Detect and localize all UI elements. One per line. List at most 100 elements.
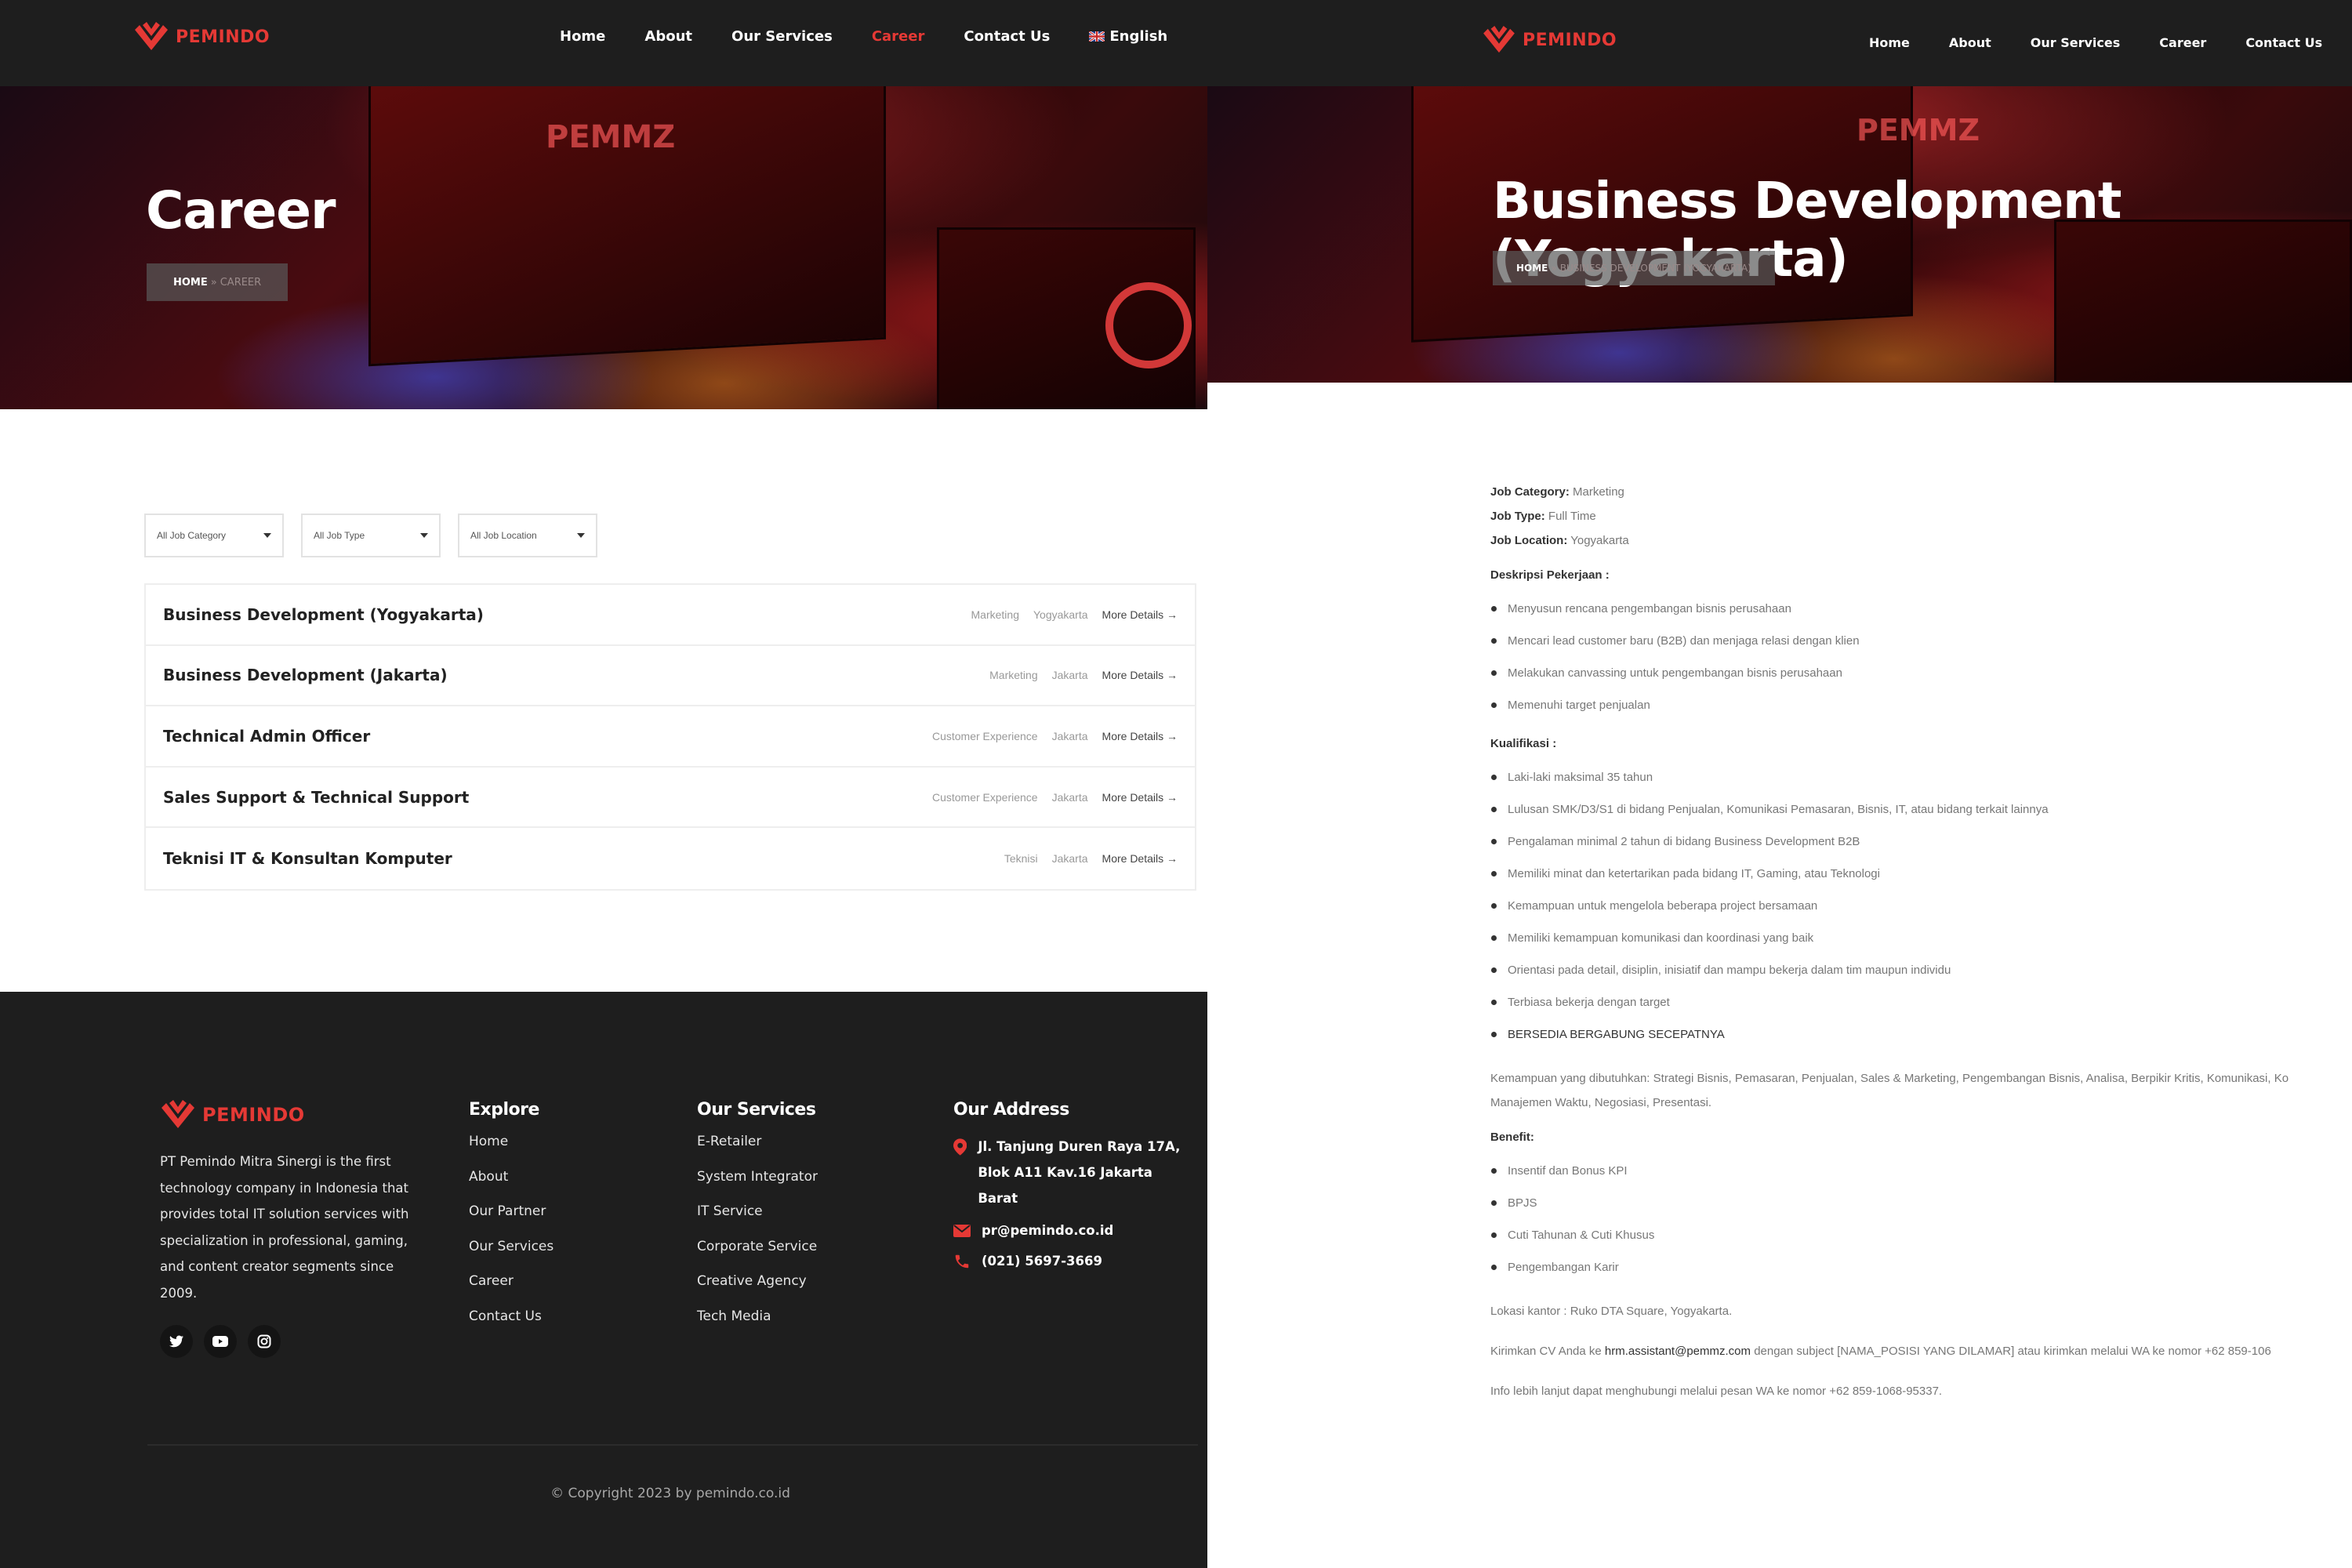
footer-link-it-service[interactable]: IT Service: [697, 1203, 818, 1239]
nav-our-services[interactable]: Our Services: [731, 28, 833, 45]
job-meta: Marketing Jakarta More Details →: [989, 669, 1178, 681]
job-meta: Teknisi Jakarta More Details →: [1004, 852, 1178, 865]
company-description-line: 2009.: [160, 1285, 198, 1301]
job-title[interactable]: Sales Support & Technical Support: [163, 788, 469, 807]
hero-banner: PEMMZ Career HOME » CAREER: [0, 86, 1207, 409]
instagram-icon: [257, 1334, 271, 1348]
job-category-select[interactable]: All Job Category: [144, 514, 284, 557]
benefit-item: Cuti Tahunan & Cuti Khusus: [1490, 1219, 2352, 1251]
qualification-item: Laki-laki maksimal 35 tahun: [1490, 761, 2352, 793]
breadcrumb-home[interactable]: HOME: [173, 277, 208, 289]
nav-contact-us[interactable]: Contact Us: [964, 28, 1050, 45]
job-category: Customer Experience: [931, 729, 1038, 742]
job-row[interactable]: Technical Admin Officer Customer Experie…: [146, 706, 1195, 768]
breadcrumb-current: CAREER: [220, 276, 262, 289]
nav-career[interactable]: Career: [2159, 35, 2206, 50]
main-menu: Home About Our Services Career Contact U…: [560, 28, 1167, 45]
footer-address: Our Address Jl. Tanjung Duren Raya 17A, …: [953, 1100, 1189, 1280]
footer-link-system-integrator[interactable]: System Integrator: [697, 1169, 818, 1204]
job-meta: Customer Experience Jakarta More Details…: [932, 791, 1178, 804]
job-type-select[interactable]: All Job Type: [301, 514, 441, 557]
footer-link-our-services[interactable]: Our Services: [469, 1239, 554, 1274]
job-location-select-label: All Job Location: [470, 530, 537, 541]
more-details-link[interactable]: More Details →: [1102, 669, 1178, 681]
footer-link-creative-agency[interactable]: Creative Agency: [697, 1273, 818, 1308]
job-type-label: Job Type:: [1490, 510, 1545, 523]
caret-down-icon: [577, 533, 585, 538]
instagram-link[interactable]: [248, 1325, 281, 1358]
job-description-item: Menyusun rencana pengembangan bisnis per…: [1490, 593, 2352, 625]
footer-logo[interactable]: PEMINDO: [160, 1100, 419, 1130]
footer-link-home[interactable]: Home: [469, 1134, 554, 1169]
nav-contact-us[interactable]: Contact Us: [2245, 35, 2322, 50]
job-category: Marketing: [989, 669, 1038, 682]
address-line: Jl. Tanjung Duren Raya 17A,: [978, 1139, 1181, 1154]
benefit-item: Pengembangan Karir: [1490, 1251, 2352, 1283]
nav-about[interactable]: About: [1949, 35, 1991, 50]
nav-home[interactable]: Home: [560, 28, 605, 45]
nav-career[interactable]: Career: [872, 28, 925, 45]
logo-text: PEMINDO: [1523, 30, 1617, 50]
job-row[interactable]: Sales Support & Technical Support Custom…: [146, 768, 1195, 829]
job-location: Jakarta: [1051, 852, 1088, 866]
job-row[interactable]: Teknisi IT & Konsultan Komputer Teknisi …: [146, 828, 1195, 889]
footer-link-contact-us[interactable]: Contact Us: [469, 1308, 554, 1344]
footer-link-our-partner[interactable]: Our Partner: [469, 1203, 554, 1239]
footer-link-career[interactable]: Career: [469, 1273, 554, 1308]
logo-mark-icon: [1483, 26, 1515, 53]
more-details-link[interactable]: More Details →: [1102, 730, 1178, 742]
nav-home[interactable]: Home: [1869, 35, 1910, 50]
nav-about[interactable]: About: [644, 28, 692, 45]
address-text: Jl. Tanjung Duren Raya 17A, Blok A11 Kav…: [978, 1134, 1189, 1211]
phone-number[interactable]: (021) 5697-3669: [982, 1248, 1102, 1274]
footer-address-title: Our Address: [953, 1100, 1069, 1120]
job-list: Business Development (Yogyakarta) Market…: [144, 583, 1196, 891]
footer-services: Our Services E-Retailer System Integrato…: [697, 1100, 818, 1343]
job-row[interactable]: Business Development (Yogyakarta) Market…: [146, 585, 1195, 646]
footer-link-tech-media[interactable]: Tech Media: [697, 1308, 818, 1344]
more-details-link[interactable]: More Details →: [1102, 608, 1178, 621]
breadcrumb: HOME » BUSINESS DEVELOPMENT (YOGYAKARTA): [1493, 251, 1775, 285]
job-location-select[interactable]: All Job Location: [458, 514, 597, 557]
email-link[interactable]: pr@pemindo.co.id: [982, 1218, 1113, 1243]
footer-link-about[interactable]: About: [469, 1169, 554, 1204]
job-title[interactable]: Teknisi IT & Konsultan Komputer: [163, 849, 452, 868]
twitter-link[interactable]: [160, 1325, 193, 1358]
youtube-link[interactable]: [204, 1325, 237, 1358]
job-description-list: Menyusun rencana pengembangan bisnis per…: [1490, 593, 2352, 721]
job-title[interactable]: Business Development (Yogyakarta): [163, 605, 484, 624]
twitter-icon: [169, 1335, 183, 1348]
breadcrumb-current: BUSINESS DEVELOPMENT (YOGYAKARTA): [1559, 263, 1751, 274]
job-title[interactable]: Technical Admin Officer: [163, 727, 370, 746]
cv-email-link[interactable]: hrm.assistant@pemmz.com: [1605, 1345, 1751, 1358]
more-details-link[interactable]: More Details →: [1102, 852, 1178, 865]
language-selector[interactable]: English: [1089, 28, 1167, 45]
job-title[interactable]: Business Development (Jakarta): [163, 666, 448, 684]
job-category-label: Job Category:: [1490, 485, 1570, 499]
job-type-select-label: All Job Type: [314, 530, 365, 541]
qualification-list: Laki-laki maksimal 35 tahun Lulusan SMK/…: [1490, 761, 2352, 1051]
site-logo[interactable]: PEMINDO: [1482, 26, 1617, 54]
contact-info: Info lebih lanjut dapat menghubungi mela…: [1490, 1385, 1943, 1398]
footer-link-e-retailer[interactable]: E-Retailer: [697, 1134, 818, 1169]
site-logo[interactable]: PEMINDO: [133, 22, 270, 52]
job-row[interactable]: Business Development (Jakarta) Marketing…: [146, 646, 1195, 707]
qualification-item: Terbiasa bekerja dengan target: [1490, 986, 2352, 1018]
job-location: Yogyakarta: [1033, 608, 1088, 621]
job-description-item: Mencari lead customer baru (B2B) dan men…: [1490, 625, 2352, 657]
office-location: Lokasi kantor : Ruko DTA Square, Yogyaka…: [1490, 1305, 1733, 1318]
qualification-item: Memiliki kemampuan komunikasi dan koordi…: [1490, 922, 2352, 954]
hero-brand-mark: PEMMZ: [546, 119, 676, 155]
breadcrumb-home[interactable]: HOME: [1516, 263, 1548, 274]
footer-link-corporate-service[interactable]: Corporate Service: [697, 1239, 818, 1274]
site-footer: PEMINDO PT Pemindo Mitra Sinergi is the …: [0, 992, 1207, 1568]
nav-our-services[interactable]: Our Services: [2031, 35, 2121, 50]
job-category-select-label: All Job Category: [157, 530, 227, 541]
more-details-link[interactable]: More Details →: [1102, 791, 1178, 804]
qualification-heading: Kualifikasi :: [1490, 737, 1557, 750]
job-meta: Marketing Yogyakarta More Details →: [971, 608, 1178, 621]
benefit-item: BPJS: [1490, 1187, 2352, 1219]
job-type-row: Job Type: Full Time: [1490, 504, 2352, 528]
company-description-line: specialization in professional, gaming,: [160, 1232, 408, 1248]
top-navbar: PEMINDO Home About Our Services Career C…: [1207, 0, 2352, 86]
